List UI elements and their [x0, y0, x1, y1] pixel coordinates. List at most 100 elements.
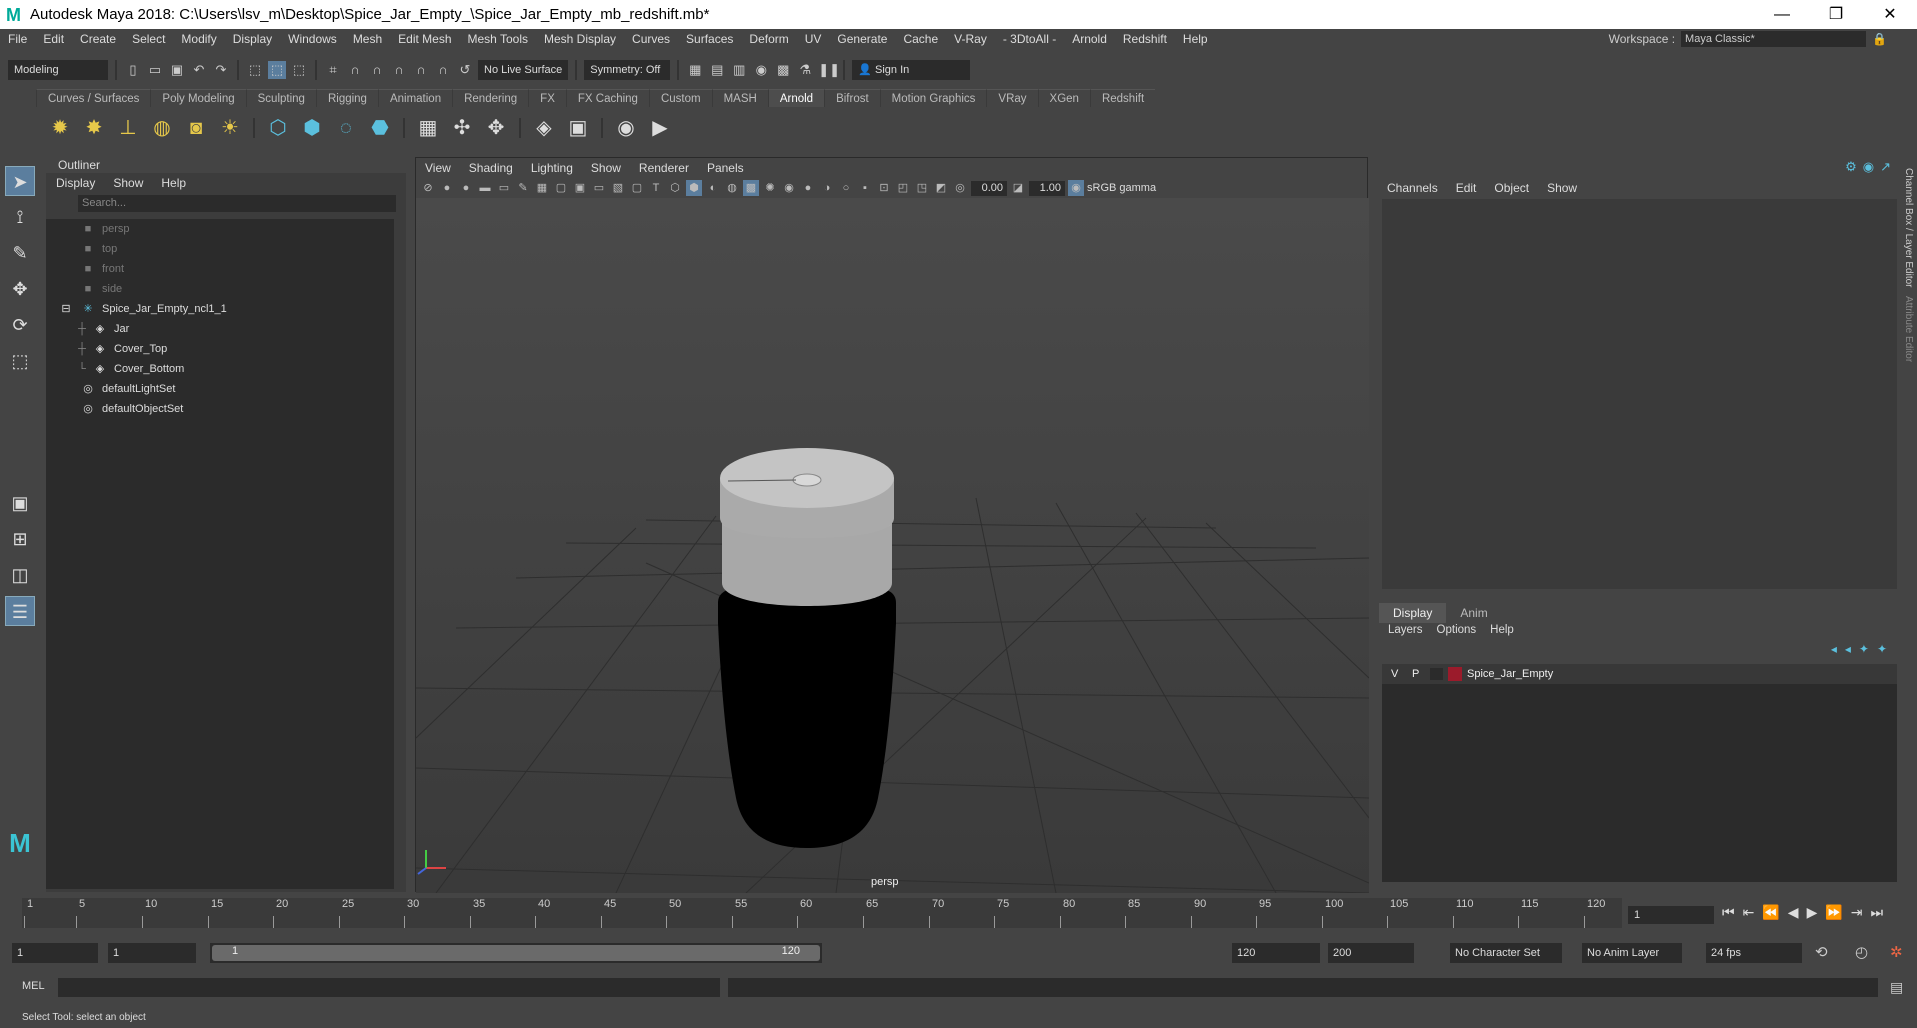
redo-icon[interactable]: ↷ — [212, 61, 230, 79]
new-layer-icon[interactable]: ✦ — [1859, 642, 1869, 656]
character-set-dropdown[interactable]: No Character Set — [1450, 943, 1562, 963]
select-hierarchy-icon[interactable]: ⬚ — [246, 61, 264, 79]
gamma-icon[interactable]: ◪ — [1010, 180, 1026, 196]
channel-settings-icon[interactable]: ⚙ — [1845, 159, 1857, 175]
playback-start-field[interactable]: 1 — [108, 943, 196, 963]
image-plane-icon[interactable]: ▬ — [477, 180, 493, 196]
viewport-menu-renderer[interactable]: Renderer — [630, 158, 698, 178]
outliner-item[interactable]: ◎ defaultObjectSet — [46, 399, 394, 419]
live-icon[interactable]: ↺ — [456, 61, 474, 79]
loop-icon[interactable]: ⟲ — [1815, 943, 1828, 961]
go-to-end-icon[interactable]: ⏭ — [1871, 904, 1884, 926]
isolate-select-icon[interactable]: ⊡ — [876, 180, 892, 196]
snap-grid-icon[interactable]: ⌗ — [324, 61, 342, 79]
undo-icon[interactable]: ↶ — [190, 61, 208, 79]
symmetry-dropdown[interactable]: Symmetry: Off — [584, 60, 671, 80]
tx-manager-icon[interactable]: ▦ — [414, 114, 442, 142]
viewport-menu-show[interactable]: Show — [582, 158, 630, 178]
select-tool-icon[interactable]: ➤ — [5, 166, 35, 196]
scale-tool-icon[interactable]: ⬚ — [5, 346, 35, 376]
xray-components-icon[interactable]: ◩ — [933, 180, 949, 196]
attribute-editor-side-tab[interactable]: Attribute Editor — [1903, 296, 1914, 362]
grid-icon[interactable]: ▦ — [534, 180, 550, 196]
options-menu[interactable]: Options — [1437, 624, 1477, 636]
snap-curve-icon[interactable]: ∩ — [346, 61, 364, 79]
viewport-menu-panels[interactable]: Panels — [698, 158, 753, 178]
color-space-label[interactable]: sRGB gamma — [1087, 182, 1156, 194]
end-time-field[interactable]: 200 — [1328, 943, 1414, 963]
menu-mesh-display[interactable]: Mesh Display — [536, 32, 624, 46]
shelf-tab[interactable]: FX — [528, 89, 566, 107]
snap-surface-icon[interactable]: ∩ — [412, 61, 430, 79]
exposure-icon[interactable]: ◎ — [952, 180, 968, 196]
collapse-icon[interactable]: ⊟ — [58, 299, 74, 319]
textured-icon[interactable]: ▩ — [743, 180, 759, 196]
playback-end-field[interactable]: 120 — [1232, 943, 1320, 963]
safe-action-icon[interactable]: ▢ — [629, 180, 645, 196]
anti-alias-icon[interactable]: ○ — [838, 180, 854, 196]
lock-icon[interactable]: 🔒 — [1872, 32, 1887, 46]
shelf-tab-active[interactable]: Arnold — [767, 89, 825, 107]
command-input[interactable] — [58, 978, 720, 997]
render-view-icon[interactable]: ▦ — [686, 61, 704, 79]
xray-icon[interactable]: ◰ — [895, 180, 911, 196]
paint-select-icon[interactable]: ✎ — [5, 238, 35, 268]
menu-windows[interactable]: Windows — [280, 32, 345, 46]
range-slider-bar[interactable] — [212, 945, 820, 961]
new-layer-selected-icon[interactable]: ✦ — [1877, 642, 1887, 656]
maximize-icon[interactable]: ❐ — [1809, 0, 1863, 29]
menu-mesh[interactable]: Mesh — [345, 32, 390, 46]
command-language-label[interactable]: MEL — [22, 980, 45, 992]
menu-mesh-tools[interactable]: Mesh Tools — [460, 32, 536, 46]
motion-blur-icon[interactable]: ◑ — [819, 180, 835, 196]
channel-key-icon[interactable]: ◉ — [1863, 159, 1874, 175]
menu-redshift[interactable]: Redshift — [1115, 32, 1175, 46]
time-slider-track[interactable]: 1 5 10 15 20 25 30 35 40 45 50 55 60 65 70 75 80 85 90 95 10… — [22, 898, 1622, 928]
anim-layer-dropdown[interactable]: No Anim Layer — [1582, 943, 1682, 963]
outliner-search-input[interactable]: Search... — [78, 195, 396, 212]
viewport-menu-lighting[interactable]: Lighting — [522, 158, 582, 178]
lasso-tool-icon[interactable]: ⟟ — [5, 202, 35, 232]
menu-uv[interactable]: UV — [797, 32, 830, 46]
exposure-field[interactable]: 0.00 — [971, 180, 1007, 196]
step-forward-frame-icon[interactable]: ⏩ — [1825, 904, 1842, 926]
color-management-icon[interactable]: ◉ — [1068, 180, 1084, 196]
depth-of-field-icon[interactable]: ▪ — [857, 180, 873, 196]
outliner-item[interactable]: ◎ defaultLightSet — [46, 379, 394, 399]
shelf-tab[interactable]: VRay — [986, 89, 1038, 107]
menu-modify[interactable]: Modify — [173, 32, 224, 46]
outliner-menu-help[interactable]: Help — [161, 176, 186, 193]
single-view-icon[interactable]: ▣ — [5, 488, 35, 518]
layer-tab-anim[interactable]: Anim — [1446, 603, 1501, 623]
step-forward-key-icon[interactable]: ⇥ — [1851, 904, 1863, 926]
auto-key-icon[interactable]: ◴ — [1855, 943, 1868, 961]
move-layer-down-icon[interactable]: ◂ — [1845, 642, 1851, 656]
step-back-key-icon[interactable]: ⇤ — [1743, 904, 1755, 926]
shelf-tab[interactable]: Sculpting — [245, 89, 316, 107]
new-scene-icon[interactable]: ▯ — [124, 61, 142, 79]
render-play-icon[interactable]: ▶ — [646, 114, 674, 142]
layer-help-menu[interactable]: Help — [1490, 624, 1514, 636]
camera-attr-icon[interactable]: ● — [439, 180, 455, 196]
channels-object-menu[interactable]: Object — [1494, 181, 1529, 195]
volume-icon[interactable]: ⬣ — [366, 114, 394, 142]
smooth-shade-icon[interactable]: ⬢ — [686, 180, 702, 196]
anim-prefs-icon[interactable]: ✲ — [1890, 943, 1903, 961]
render-view-eye-icon[interactable]: ◉ — [612, 114, 640, 142]
render-frame-icon[interactable]: ▤ — [708, 61, 726, 79]
ambient-occlusion-icon[interactable]: ● — [800, 180, 816, 196]
menu-vray[interactable]: V-Ray — [946, 32, 995, 46]
menu-curves[interactable]: Curves — [624, 32, 678, 46]
four-view-icon[interactable]: ⊞ — [5, 524, 35, 554]
range-slider[interactable]: 1 120 — [210, 943, 822, 963]
select-component-icon[interactable]: ⬚ — [290, 61, 308, 79]
export-standin-icon[interactable]: ⬢ — [298, 114, 326, 142]
menu-cache[interactable]: Cache — [895, 32, 946, 46]
shelf-tab[interactable]: Rendering — [452, 89, 529, 107]
shelf-tab[interactable]: Curves / Surfaces — [36, 89, 151, 107]
xray-joints-icon[interactable]: ◳ — [914, 180, 930, 196]
shelf-tab[interactable]: FX Caching — [565, 89, 649, 107]
outliner-layout-icon[interactable]: ☰ — [5, 596, 35, 626]
field-chart-icon[interactable]: ▧ — [610, 180, 626, 196]
start-time-field[interactable]: 1 — [12, 943, 98, 963]
